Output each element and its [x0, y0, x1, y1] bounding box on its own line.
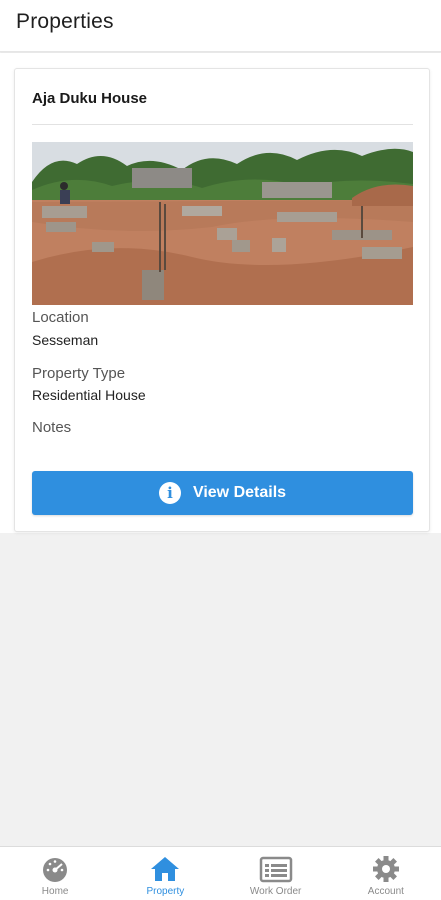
- info-icon: i: [158, 482, 181, 504]
- gear-icon: [369, 855, 403, 883]
- property-name: Aja Duku House: [32, 90, 148, 107]
- app-root: Properties Aja Duku House Location Sesse…: [0, 0, 441, 900]
- property-type-value: Residential House: [32, 387, 146, 403]
- nav-label-account: Account: [367, 886, 404, 897]
- property-type-label: Property Type: [32, 365, 126, 382]
- bottom-navigation: Home Property Work Order Account: [0, 846, 441, 900]
- location-value: Sesseman: [32, 332, 99, 348]
- card-divider: [32, 124, 413, 125]
- nav-label-work-order: Work Order: [249, 886, 302, 897]
- nav-label-property: Property: [146, 886, 185, 897]
- home-icon: [148, 855, 182, 883]
- view-details-button[interactable]: i View Details: [32, 471, 413, 515]
- location-label: Location: [32, 309, 89, 326]
- page-title: Properties: [16, 10, 114, 33]
- construction-site-image: [32, 142, 413, 305]
- dashboard-icon: [38, 855, 72, 883]
- nav-item-account[interactable]: Account: [331, 847, 441, 900]
- view-details-label: View Details: [192, 484, 287, 501]
- nav-label-home: Home: [41, 886, 69, 897]
- nav-item-property[interactable]: Property: [110, 847, 220, 900]
- property-card[interactable]: Aja Duku House Location Sesseman Propert…: [14, 68, 430, 532]
- list-icon: [259, 855, 293, 883]
- notes-label: Notes: [32, 419, 72, 436]
- nav-item-work-order[interactable]: Work Order: [221, 847, 331, 900]
- nav-item-home[interactable]: Home: [0, 847, 110, 900]
- property-photo[interactable]: [32, 142, 413, 305]
- app-header: Properties: [0, 0, 441, 52]
